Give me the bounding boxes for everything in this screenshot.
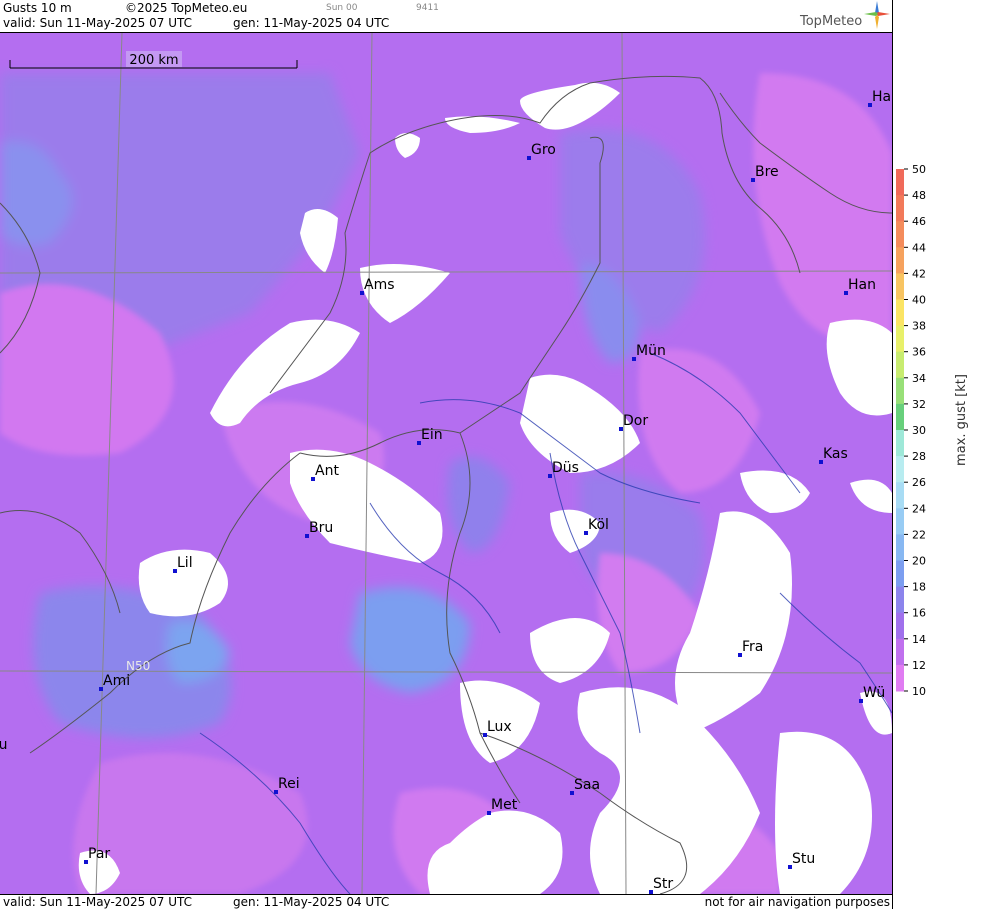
city-label: Bru (309, 520, 333, 536)
legend-tick-label: 12 (912, 659, 926, 672)
legend-tick-label: 34 (912, 372, 926, 385)
city-label: Dor (623, 413, 648, 429)
gust-map: 200 km N50 Ha Gro Bre Ams Han Mün Dor Ein Ant Düs… (0, 33, 892, 894)
legend-tick-label: 42 (912, 267, 926, 280)
legend-tick-label: 46 (912, 215, 926, 228)
legend-scale: 50 48 46 44 42 40 38 36 34 32 30 28 26 24 22 20 18 16 14 12… (896, 163, 969, 698)
legend-color-band (896, 169, 904, 196)
city-label: Rei (278, 776, 300, 792)
brand-name: TopMeteo (800, 14, 863, 29)
legend-color-band (896, 664, 904, 692)
legend-color-band (896, 560, 904, 588)
city-label: Lil (177, 555, 193, 571)
generated-time: gen: 11-May-2025 04 UTC (233, 16, 390, 30)
legend-color-band (896, 195, 904, 222)
legend-tick-label: 32 (912, 398, 926, 411)
legend-color-band (896, 482, 904, 509)
city-label: Kas (823, 446, 848, 462)
city-label: Gro (531, 142, 556, 158)
city-label: Ams (364, 277, 395, 293)
city-label: Düs (552, 460, 579, 476)
legend-tick-label: 40 (912, 294, 926, 307)
legend-color-band (896, 638, 904, 666)
city-label: Met (491, 797, 518, 813)
valid-time: valid: Sun 11-May-2025 07 UTC (3, 16, 192, 30)
legend-color-band (896, 247, 904, 274)
legend-tick-label: 44 (912, 241, 926, 254)
footer-valid-time: valid: Sun 11-May-2025 07 UTC (3, 895, 192, 909)
legend-tick-label: 16 (912, 607, 926, 620)
city-label: ou (0, 737, 7, 753)
legend-color-band (896, 534, 904, 561)
color-legend: 50 48 46 44 42 40 38 36 34 32 30 28 26 24 22 20 18 16 14 12… (892, 0, 983, 909)
legend-tick-label: 10 (912, 685, 926, 698)
city-label: Ha (872, 89, 891, 105)
legend-color-band (896, 351, 904, 379)
city-label: Bre (755, 164, 779, 180)
legend-color-band (896, 403, 904, 431)
legend-color-band (896, 221, 904, 248)
map-footer: valid: Sun 11-May-2025 07 UTC gen: 11-Ma… (0, 894, 892, 910)
city-label: Par (88, 846, 110, 862)
compass-logo-icon (864, 1, 890, 29)
city-label: Ant (315, 463, 339, 479)
legend-tick-label: 22 (912, 528, 926, 541)
legend-tick-label: 28 (912, 450, 926, 463)
city-label: Köl (588, 517, 609, 533)
legend-color-band (896, 430, 904, 457)
city-label: Wü (863, 685, 885, 701)
legend-tick-label: 24 (912, 502, 926, 515)
city-label: Fra (742, 639, 763, 655)
map-header: Gusts 10 m ©2025 TopMeteo.eu Sun 00 9411… (0, 0, 892, 33)
legend-tick-label: 20 (912, 555, 926, 568)
legend-color-band (896, 612, 904, 640)
run-tag: Sun 00 (326, 3, 358, 13)
city-label: Str (653, 876, 673, 892)
legend-tick-label: 48 (912, 189, 926, 202)
city-label: Han (848, 277, 876, 293)
footer-generated-time: gen: 11-May-2025 04 UTC (233, 895, 390, 909)
legend-color-band (896, 508, 904, 535)
city-label: Saa (574, 777, 600, 793)
product-title: Gusts 10 m (3, 1, 72, 15)
city-label: Lux (487, 719, 512, 735)
legend-color-band (896, 325, 904, 353)
city-label: Ami (103, 673, 130, 689)
legend-tick-label: 26 (912, 476, 926, 489)
copyright: ©2025 TopMeteo.eu (125, 1, 248, 15)
scale-label: 200 km (129, 53, 178, 68)
latitude-label: N50 (126, 659, 150, 673)
legend-tick-label: 50 (912, 163, 926, 176)
legend-color-band (896, 456, 904, 483)
city-label: Stu (792, 851, 815, 867)
disclaimer: not for air navigation purposes (704, 895, 890, 909)
city-label: Ein (421, 427, 443, 443)
legend-tick-label: 14 (912, 633, 926, 646)
legend-tick-label: 30 (912, 424, 926, 437)
legend-color-band (896, 299, 904, 327)
legend-tick-label: 36 (912, 346, 926, 359)
legend-title: max. gust [kt] (954, 374, 969, 466)
legend-color-band (896, 586, 904, 614)
legend-tick-label: 18 (912, 581, 926, 594)
legend-color-band (896, 377, 904, 405)
legend-color-band (896, 273, 904, 300)
map-canvas: 200 km N50 Ha Gro Bre Ams Han Mün Dor Ein Ant Düs… (0, 33, 892, 894)
city-label: Mün (636, 343, 666, 359)
code-tag: 9411 (416, 3, 439, 13)
legend-tick-label: 38 (912, 320, 926, 333)
